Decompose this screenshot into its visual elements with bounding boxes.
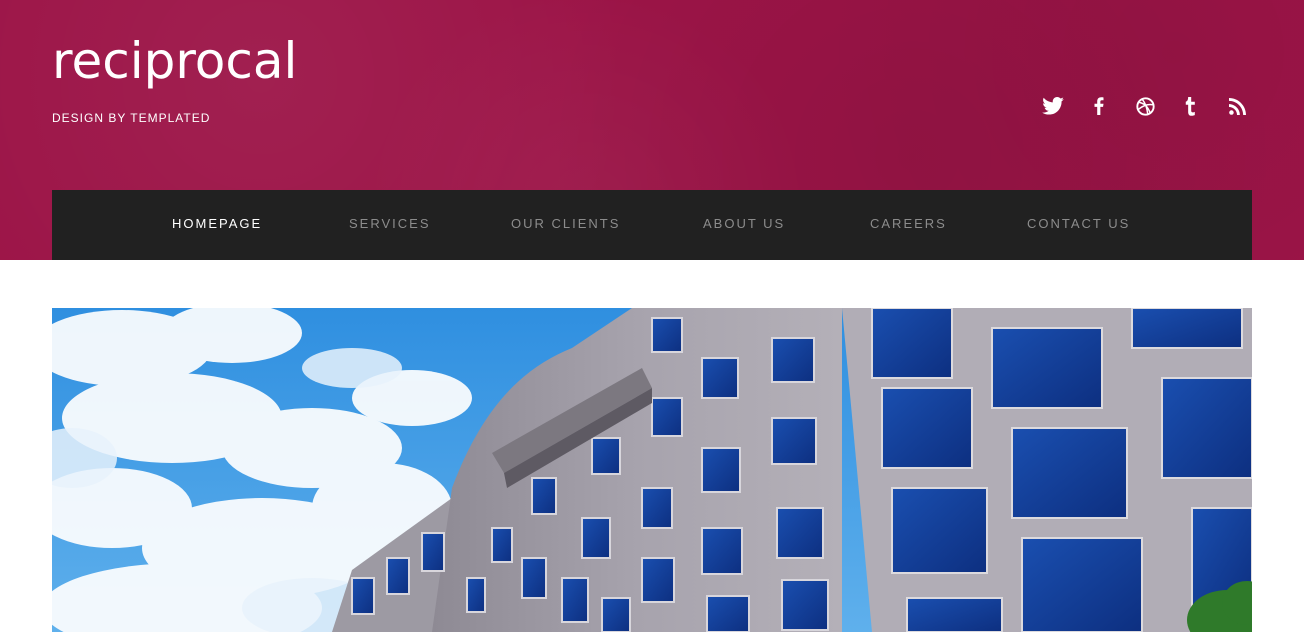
nav-item-services[interactable]: SERVICES bbox=[349, 216, 431, 231]
site-tagline: DESIGN BY TEMPLATED bbox=[52, 111, 211, 125]
site-header: reciprocal DESIGN BY TEMPLATED HOMEPAGE … bbox=[0, 0, 1304, 260]
twitter-icon[interactable] bbox=[1030, 94, 1076, 118]
nav-item-about-us[interactable]: ABOUT US bbox=[703, 216, 785, 231]
nav-item-homepage[interactable]: HOMEPAGE bbox=[172, 216, 262, 231]
tumblr-icon[interactable] bbox=[1168, 94, 1214, 118]
nav-item-our-clients[interactable]: OUR CLIENTS bbox=[511, 216, 620, 231]
office-building-photo bbox=[52, 308, 1252, 632]
banner-image bbox=[52, 308, 1252, 632]
nav-item-careers[interactable]: CAREERS bbox=[870, 216, 947, 231]
main-nav: HOMEPAGE SERVICES OUR CLIENTS ABOUT US C… bbox=[52, 190, 1252, 260]
facebook-icon[interactable] bbox=[1076, 94, 1122, 118]
dribbble-icon[interactable] bbox=[1122, 94, 1168, 118]
social-links bbox=[1030, 94, 1260, 118]
rss-icon[interactable] bbox=[1214, 94, 1260, 118]
site-logo[interactable]: reciprocal bbox=[52, 36, 297, 86]
nav-item-contact-us[interactable]: CONTACT US bbox=[1027, 216, 1130, 231]
